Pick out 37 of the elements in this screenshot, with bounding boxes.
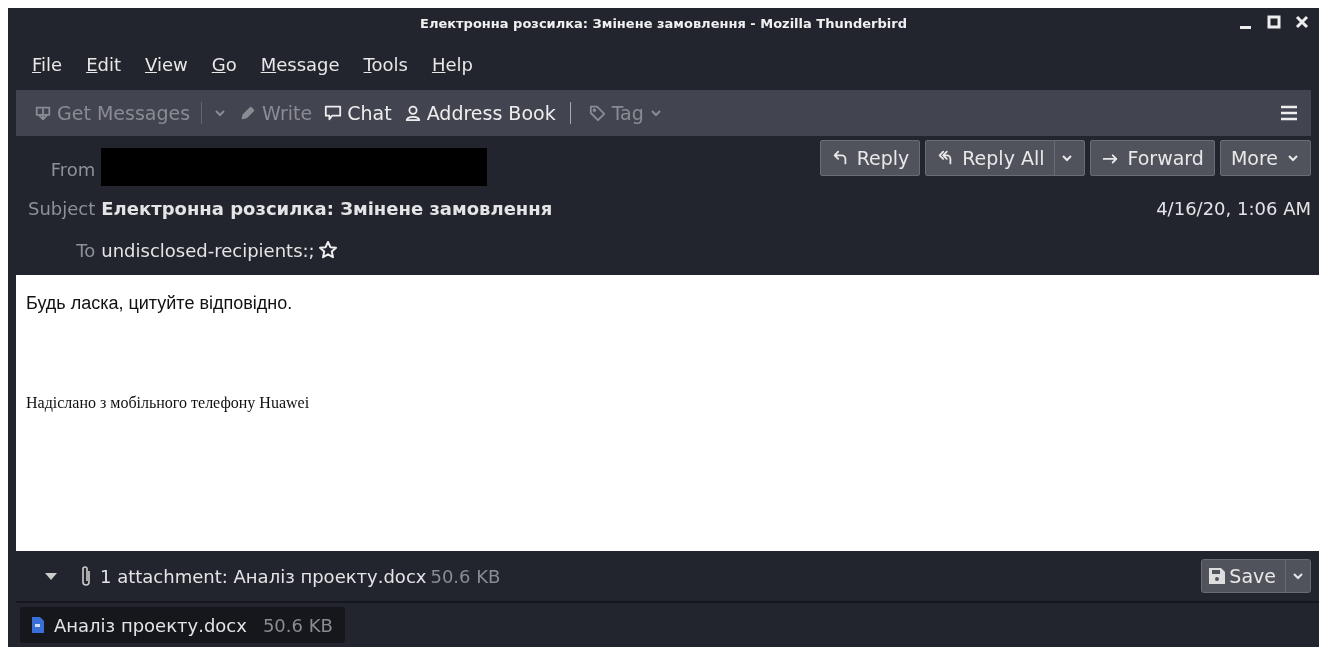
date-text: 4/16/20, 1:06 AM (1156, 197, 1311, 219)
toolbar-button[interactable]: Address Book (397, 102, 571, 124)
to-label: To (76, 239, 96, 261)
subject-text: Електронна розсилка: Змінене замовлення (101, 197, 554, 219)
attachment-item[interactable]: Аналіз проекту.docx 50.6 KB (20, 607, 345, 643)
tag-icon (588, 104, 607, 122)
maximize-icon[interactable] (1267, 15, 1281, 29)
menu-item[interactable]: File (32, 53, 63, 75)
menu-item[interactable]: Go (211, 53, 237, 75)
paperclip-icon (80, 565, 92, 587)
person-icon (403, 104, 422, 122)
menu-item[interactable]: Edit (86, 53, 121, 75)
menu-item[interactable]: View (145, 53, 188, 75)
chat-bubble-icon (324, 104, 343, 122)
subject-label: Subject (27, 197, 96, 219)
menu-item[interactable]: Tools (363, 53, 408, 75)
action-button[interactable]: Reply All (925, 140, 1086, 176)
attachment-summary: 1 attachment: Аналіз проекту.docx (100, 565, 427, 587)
from-label: From (49, 159, 96, 182)
file-size: 50.6 KB (430, 565, 501, 587)
collapse-triangle-icon[interactable] (44, 571, 58, 581)
window-title: Електронна розсилка: Змінене замовлення - Mozilla Thunderbird (420, 15, 907, 31)
recipient-text: undisclosed-recipients:; (101, 239, 315, 261)
star-icon[interactable] (317, 240, 338, 260)
menu-icon[interactable] (1279, 104, 1299, 122)
action-button[interactable]: Forward (1090, 140, 1215, 176)
save-button[interactable]: Save (1201, 559, 1311, 593)
action-button[interactable]: More (1219, 140, 1311, 176)
message-text: Будь ласка, цитуйте відповідно. (26, 293, 294, 314)
signature-text: Надіслано з мобільного телефону Huawei (26, 394, 311, 412)
document-icon (32, 617, 44, 633)
download-icon (34, 104, 52, 122)
menu-item[interactable]: Message (260, 53, 340, 75)
menu-item[interactable]: Help (431, 53, 473, 75)
action-button[interactable]: Reply (819, 140, 921, 176)
toolbar-button[interactable]: Chat (318, 102, 398, 124)
close-icon[interactable] (1295, 15, 1309, 29)
